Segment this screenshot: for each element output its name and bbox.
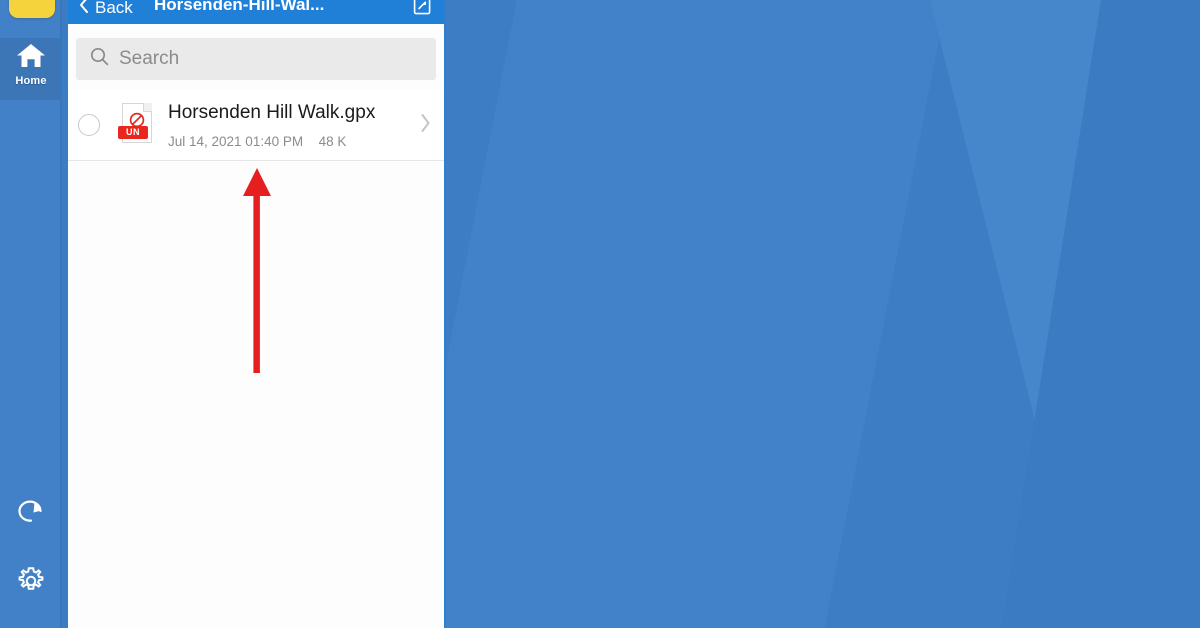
page-title: Horsenden-Hill-Wal...	[154, 0, 325, 14]
search-input[interactable]: Search	[76, 38, 436, 80]
row-select-checkbox[interactable]	[78, 114, 100, 136]
wallpaper-band-a	[365, 0, 970, 628]
sidebar-item-redo[interactable]	[0, 498, 62, 535]
sidebar-edge	[60, 0, 62, 628]
sidebar-item-settings[interactable]	[0, 564, 62, 603]
search-icon	[90, 47, 109, 71]
redo-arrow-icon	[14, 500, 48, 534]
unknown-file-icon: UN	[118, 103, 156, 147]
file-name: Horsenden Hill Walk.gpx	[168, 102, 376, 123]
status-badge: UN	[118, 126, 148, 139]
file-size: 48 K	[318, 134, 347, 149]
chevron-right-icon	[419, 114, 432, 138]
back-button-label: Back	[95, 0, 133, 17]
table-row[interactable]: UN Horsenden Hill Walk.gpx Jul 14, 2021 …	[68, 90, 444, 161]
sidebar-item-label: Home	[15, 75, 47, 87]
panel-header: Back Horsenden-Hill-Wal...	[68, 0, 444, 24]
chevron-left-icon	[78, 0, 89, 19]
home-icon	[0, 42, 62, 74]
row-disclosure-button[interactable]	[419, 112, 432, 139]
gear-icon	[14, 567, 48, 602]
file-date: Jul 14, 2021 01:40 PM	[168, 134, 304, 149]
open-external-icon	[413, 0, 432, 19]
app-tile[interactable]: ✂	[9, 0, 55, 18]
app-sidebar: ✂ Home	[0, 0, 62, 628]
search-placeholder: Search	[119, 48, 180, 69]
file-browser-panel: Back Horsenden-Hill-Wal... Search UN Hor…	[68, 0, 446, 628]
screen: ✂ Home	[0, 0, 1200, 628]
sidebar-item-home[interactable]: Home	[0, 38, 62, 100]
back-button[interactable]: Back	[78, 0, 133, 19]
open-external-button[interactable]	[413, 0, 432, 20]
file-list: UN Horsenden Hill Walk.gpx Jul 14, 2021 …	[68, 90, 444, 161]
file-meta: Jul 14, 2021 01:40 PM 48 K	[168, 134, 346, 149]
